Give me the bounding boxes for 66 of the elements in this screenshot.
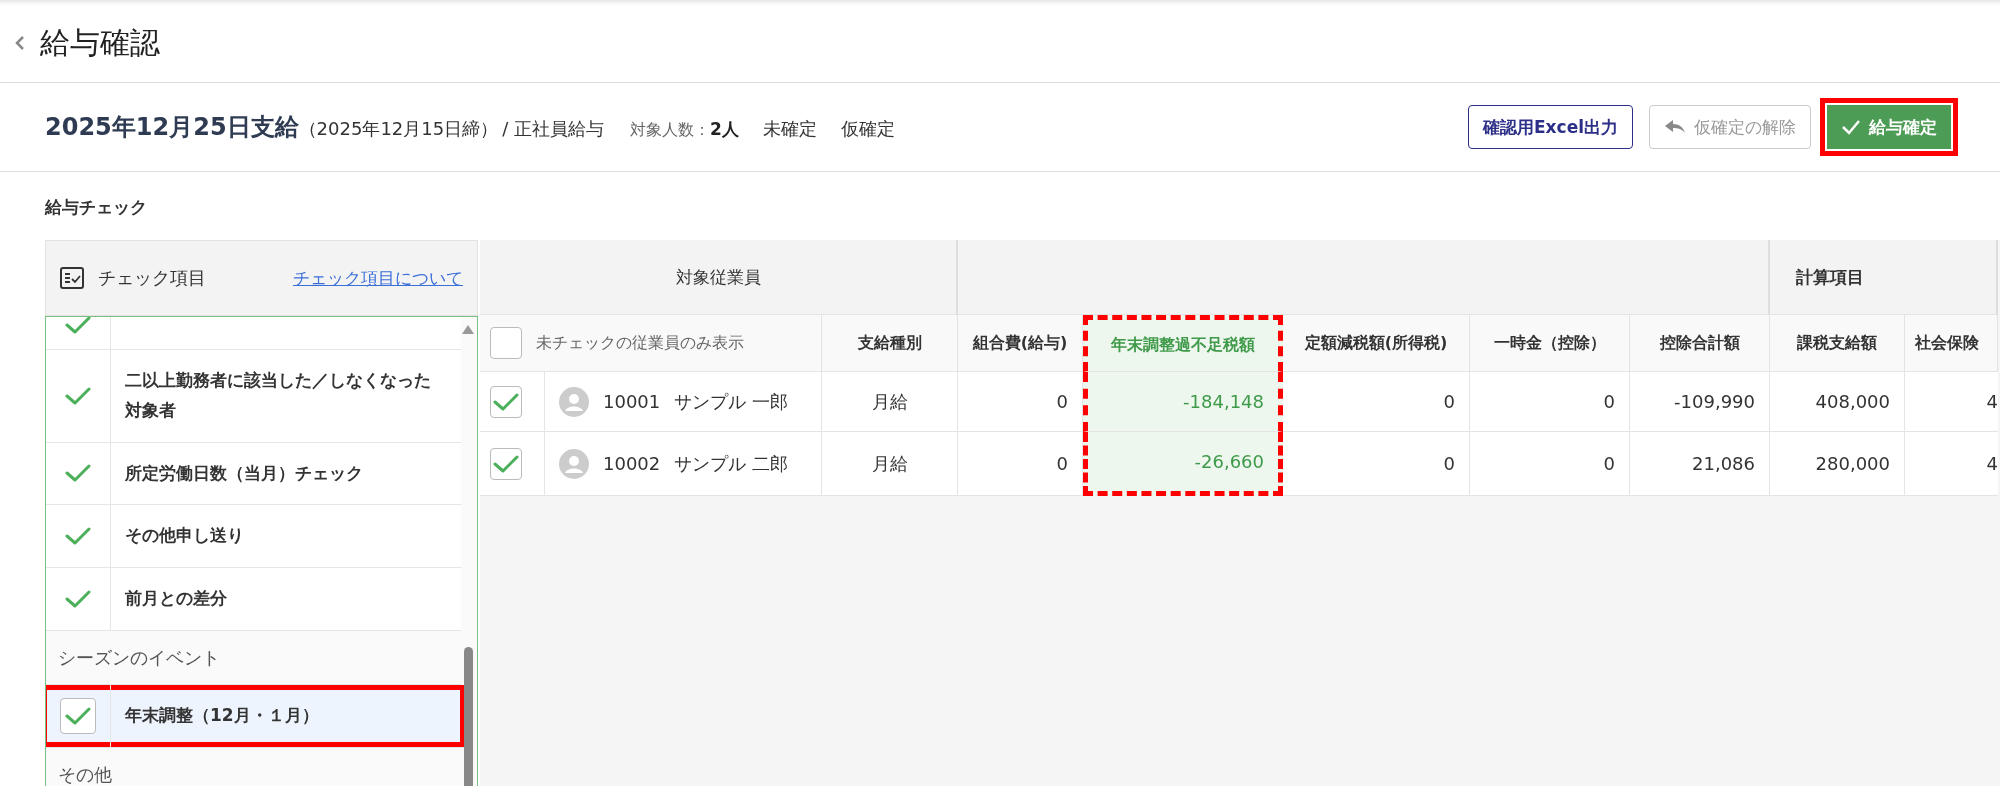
column-header: 支給種別 bbox=[822, 315, 958, 372]
column-header: 課税支給額 bbox=[1770, 315, 1905, 372]
help-link[interactable]: チェック項目について bbox=[293, 266, 463, 290]
column-header: 一時金（控除） bbox=[1470, 315, 1630, 372]
page-title: 給与確認 bbox=[40, 23, 160, 62]
checkbox[interactable] bbox=[490, 327, 522, 359]
headcount: 2人 bbox=[710, 118, 739, 141]
group-header: 計算項目 bbox=[1770, 240, 1998, 315]
closing-date: （2025年12月15日締） bbox=[298, 118, 499, 141]
scrollbar-thumb[interactable] bbox=[464, 647, 473, 786]
column-header: 社会保険 bbox=[1905, 315, 1998, 372]
avatar-icon bbox=[559, 386, 589, 417]
check-item[interactable]: 所定労働日数（当月）チェック bbox=[46, 442, 461, 506]
checkbox[interactable] bbox=[490, 447, 522, 480]
table-cell: -109,990 bbox=[1630, 372, 1770, 432]
avatar-icon bbox=[559, 448, 589, 479]
table-cell: 月給 bbox=[822, 372, 958, 432]
checklist-icon bbox=[60, 267, 84, 289]
employee-name: サンプル 一郎 bbox=[674, 389, 788, 414]
check-item[interactable] bbox=[46, 317, 461, 350]
table-cell: 280,000 bbox=[1770, 432, 1905, 496]
check-item[interactable]: 年末調整（12月・１月） bbox=[46, 684, 465, 748]
table-cell: 4 bbox=[1905, 372, 1998, 432]
status-label: 仮確定 bbox=[840, 117, 895, 141]
table-cell: 0 bbox=[1283, 432, 1470, 496]
pay-date: 2025年12月25日支給 bbox=[45, 112, 299, 143]
table-cell: 0 bbox=[958, 432, 1083, 496]
checkbox[interactable] bbox=[60, 697, 96, 734]
table-cell: -184,148 bbox=[1083, 372, 1283, 432]
table-cell: -26,660 bbox=[1083, 432, 1283, 496]
table-cell: 0 bbox=[1470, 372, 1630, 432]
table-cell: 408,000 bbox=[1770, 372, 1905, 432]
check-item[interactable]: その他申し送り bbox=[46, 505, 461, 568]
group-label: その他 bbox=[46, 747, 461, 786]
checkbox[interactable] bbox=[490, 385, 522, 418]
table-cell: 0 bbox=[958, 372, 1083, 432]
check-icon bbox=[493, 453, 519, 474]
reply-arrow-icon bbox=[1664, 119, 1686, 135]
employee-name: サンプル 二郎 bbox=[674, 451, 788, 476]
table-cell: 月給 bbox=[822, 432, 958, 496]
column-header: 控除合計額 bbox=[1630, 315, 1770, 372]
check-icon bbox=[65, 705, 91, 726]
column-header: 年末調整過不足税額 bbox=[1083, 315, 1283, 372]
section-title: 給与チェック bbox=[45, 195, 148, 219]
excel-export-button[interactable]: 確認用Excel出力 bbox=[1468, 105, 1633, 149]
column-header: 組合費(給与) bbox=[958, 315, 1083, 372]
group-header: 対象従業員 bbox=[480, 240, 958, 315]
table-cell: 21,086 bbox=[1630, 432, 1770, 496]
table-cell: 4 bbox=[1905, 432, 1998, 496]
check-icon bbox=[493, 391, 519, 412]
check-item[interactable]: 二以上勤務者に該当した／しなくなった対象者 bbox=[46, 350, 461, 443]
table-cell: 0 bbox=[1470, 432, 1630, 496]
check-icon bbox=[1841, 119, 1861, 135]
check-item[interactable]: 前月との差分 bbox=[46, 568, 461, 631]
headcount-label: 対象人数： bbox=[630, 120, 710, 141]
column-header: 定額減税額(所得税) bbox=[1283, 315, 1470, 372]
employee-id: 10001 bbox=[603, 391, 661, 412]
employee-id: 10002 bbox=[603, 453, 661, 474]
scroll-up-icon[interactable] bbox=[462, 325, 474, 334]
panel-title: チェック項目 bbox=[98, 266, 207, 290]
table-cell: 0 bbox=[1283, 372, 1470, 432]
payroll-type: / 正社員給与 bbox=[502, 117, 604, 141]
filter-label: 未チェックの従業員のみ表示 bbox=[536, 332, 744, 354]
back-icon[interactable] bbox=[14, 34, 26, 52]
group-label: シーズンのイベント bbox=[46, 630, 461, 685]
status-label: 未確定 bbox=[762, 117, 817, 141]
